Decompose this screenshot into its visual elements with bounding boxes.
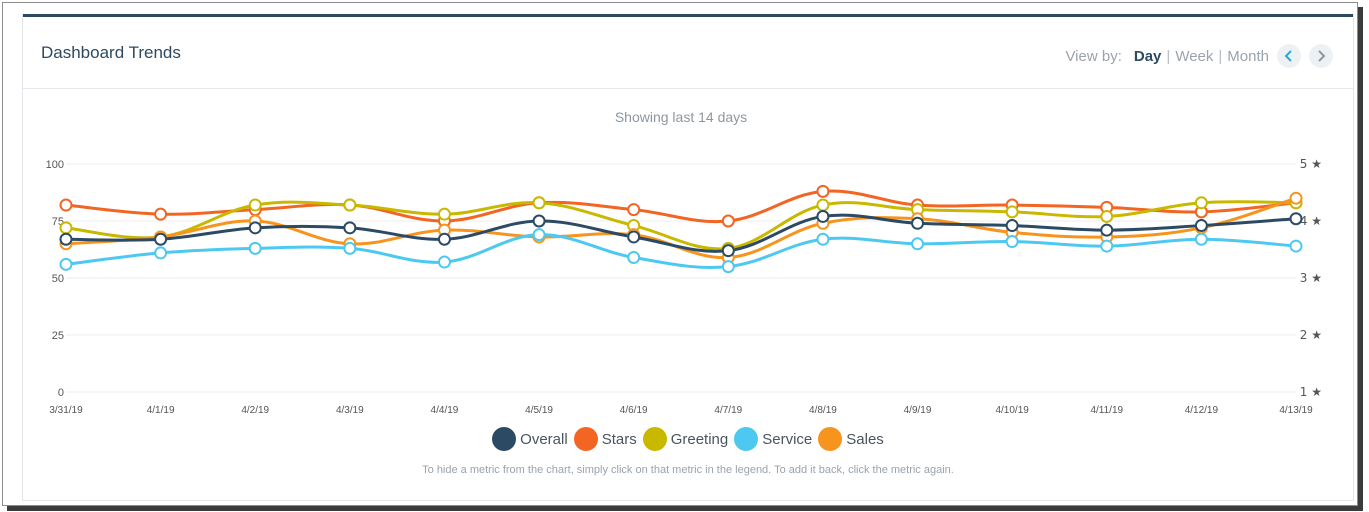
data-point-stars — [721, 214, 735, 228]
x-tick-label: 4/2/19 — [241, 405, 269, 416]
data-point-service — [248, 241, 262, 255]
data-point-overall — [627, 230, 641, 244]
data-point-service — [532, 228, 546, 242]
data-point-greeting — [1005, 205, 1019, 219]
legend-swatch — [642, 427, 667, 451]
legend-item-service[interactable]: Service — [734, 427, 812, 451]
dashboard-trends-card: Dashboard Trends View by: Day | Week | M… — [22, 14, 1354, 501]
data-point-overall — [1289, 212, 1303, 226]
x-tick-label: 3/31/19 — [49, 405, 83, 416]
legend-label: Stars — [601, 430, 637, 448]
data-point-stars — [59, 198, 73, 212]
x-tick-label: 4/1/19 — [147, 405, 175, 416]
chart-subtitle: Showing last 14 days — [615, 109, 747, 125]
data-point-service — [437, 255, 451, 269]
data-point-overall — [154, 232, 168, 246]
x-tick-label: 4/4/19 — [431, 405, 459, 416]
data-point-greeting — [343, 198, 357, 212]
data-point-service — [154, 246, 168, 260]
x-tick-label: 4/12/19 — [1185, 405, 1219, 416]
data-point-service — [816, 232, 830, 246]
data-point-greeting — [248, 198, 262, 212]
legend-item-overall[interactable]: Overall — [492, 427, 568, 451]
y-left-tick-label: 25 — [52, 330, 64, 342]
data-point-service — [1005, 235, 1019, 249]
legend-item-greeting[interactable]: Greeting — [642, 427, 729, 451]
y-right-tick-label: 4 ★ — [1300, 214, 1322, 228]
trend-chart: Showing last 14 days0 1 ★25 2 ★50 3 ★75 4 ★1… — [46, 109, 1322, 416]
x-tick-label: 4/8/19 — [809, 405, 837, 416]
data-point-service — [59, 257, 73, 271]
legend-swatch — [734, 427, 759, 451]
x-tick-label: 4/3/19 — [336, 405, 364, 416]
data-point-service — [1194, 232, 1208, 246]
legend-item-sales[interactable]: Sales — [818, 427, 884, 451]
y-right-tick-label: 3 ★ — [1300, 271, 1322, 285]
y-left-tick-label: 0 — [58, 387, 64, 399]
legend-label: Sales — [846, 430, 884, 448]
x-tick-label: 4/10/19 — [995, 405, 1029, 416]
data-point-greeting — [59, 221, 73, 235]
legend-item-stars[interactable]: Stars — [573, 427, 637, 451]
data-point-overall — [1194, 219, 1208, 233]
legend-label: Overall — [520, 430, 568, 448]
y-right-tick-label: 5 ★ — [1300, 157, 1322, 171]
data-point-overall — [1100, 223, 1114, 237]
data-point-service — [721, 260, 735, 274]
y-left-tick-label: 100 — [46, 159, 64, 171]
data-point-stars — [816, 184, 830, 198]
legend-swatch — [818, 427, 843, 451]
data-point-service — [1289, 239, 1303, 253]
y-right-tick-label: 2 ★ — [1300, 328, 1322, 342]
data-point-overall — [911, 216, 925, 230]
window-frame: Dashboard Trends View by: Day | Week | M… — [2, 2, 1358, 506]
data-point-overall — [532, 214, 546, 228]
data-point-overall — [248, 221, 262, 235]
data-point-overall — [59, 232, 73, 246]
data-point-service — [911, 237, 925, 251]
x-tick-label: 4/7/19 — [714, 405, 742, 416]
data-point-overall — [343, 221, 357, 235]
x-tick-label: 4/11/19 — [1090, 405, 1123, 416]
data-point-greeting — [1194, 196, 1208, 210]
data-point-stars — [627, 203, 641, 217]
x-tick-label: 4/13/19 — [1279, 405, 1313, 416]
data-point-greeting — [532, 196, 546, 210]
y-left-tick-label: 50 — [52, 273, 64, 285]
x-tick-label: 4/9/19 — [904, 405, 932, 416]
x-tick-label: 4/6/19 — [620, 405, 648, 416]
data-point-overall — [816, 209, 830, 223]
legend-swatch — [492, 427, 517, 451]
data-point-sales — [1289, 191, 1303, 205]
legend-swatch — [573, 427, 598, 451]
data-point-stars — [154, 207, 168, 221]
chart-legend: Overall Stars Greeting Service Sales — [23, 427, 1353, 451]
legend-label: Greeting — [670, 430, 729, 448]
data-point-service — [627, 250, 641, 264]
data-point-service — [1100, 239, 1114, 253]
data-point-greeting — [437, 207, 451, 221]
data-point-overall — [1005, 219, 1019, 233]
legend-label: Service — [762, 430, 813, 448]
data-point-greeting — [1100, 209, 1114, 223]
y-right-tick-label: 1 ★ — [1300, 385, 1322, 399]
data-point-service — [343, 241, 357, 255]
legend-hint: To hide a metric from the chart, simply … — [422, 464, 954, 476]
data-point-overall — [437, 232, 451, 246]
data-point-overall — [721, 244, 735, 258]
data-point-greeting — [816, 198, 830, 212]
x-tick-label: 4/5/19 — [525, 405, 553, 416]
